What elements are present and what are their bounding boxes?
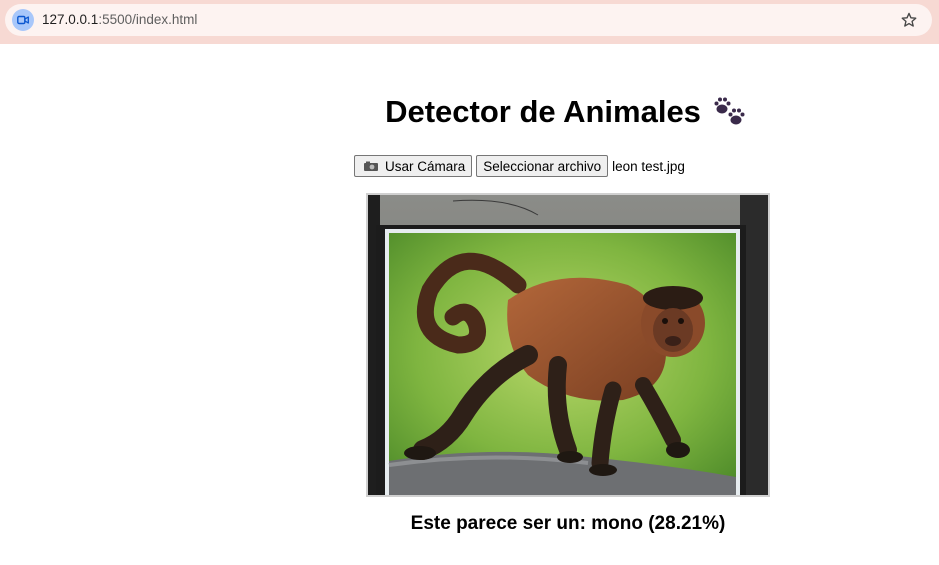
star-icon[interactable] xyxy=(900,11,918,29)
browser-toolbar: 127.0.0.1:5500/index.html xyxy=(0,0,939,44)
video-camera-icon[interactable] xyxy=(12,9,34,31)
address-bar[interactable]: 127.0.0.1:5500/index.html xyxy=(5,4,932,36)
prediction-result: Este parece ser un: mono (28.21%) xyxy=(410,513,726,534)
url-text[interactable]: 127.0.0.1:5500/index.html xyxy=(42,12,197,28)
url-host: 127.0.0.1 xyxy=(42,12,99,27)
page-title: Detector de Animales xyxy=(0,93,939,131)
selected-file-name: leon test.jpg xyxy=(612,158,685,174)
paw-prints-icon xyxy=(713,94,747,128)
use-camera-button[interactable]: Usar Cámara xyxy=(354,155,473,177)
url-path: :5500/index.html xyxy=(98,12,198,27)
page-title-text: Detector de Animales xyxy=(385,94,701,129)
camera-icon xyxy=(364,161,378,171)
input-controls: Usar Cámara Seleccionar archivo leon tes… xyxy=(354,155,685,177)
use-camera-label: Usar Cámara xyxy=(385,158,466,174)
select-file-button[interactable]: Seleccionar archivo xyxy=(476,155,609,177)
captured-image xyxy=(366,193,770,497)
